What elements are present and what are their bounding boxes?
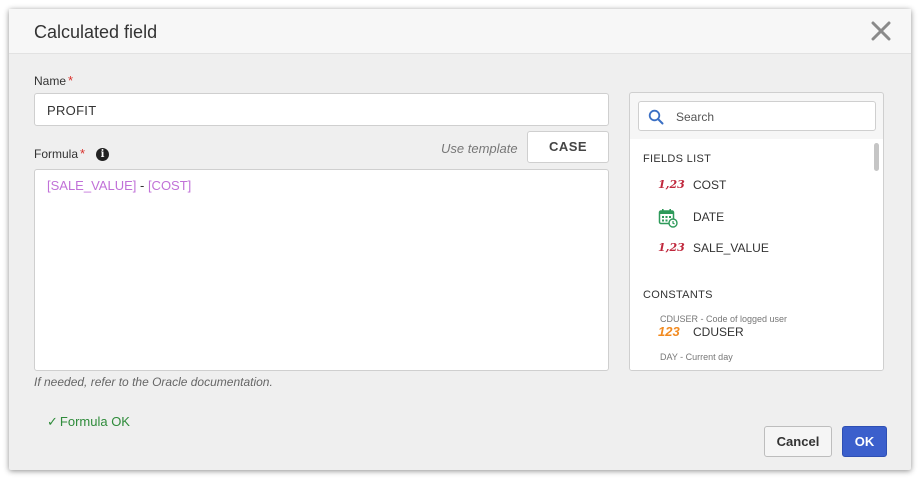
field-item-label: SALE_VALUE bbox=[693, 241, 769, 255]
field-item-label: COST bbox=[693, 178, 727, 192]
formula-field-token: [SALE_VALUE] bbox=[47, 178, 137, 193]
cancel-button[interactable]: Cancel bbox=[764, 426, 832, 457]
formula-operator: - bbox=[136, 178, 148, 193]
formula-label-text: Formula bbox=[34, 147, 79, 161]
field-item-cost[interactable]: 1,23 COST bbox=[658, 176, 868, 196]
required-asterisk: * bbox=[68, 73, 74, 88]
close-icon[interactable] bbox=[869, 19, 893, 43]
constants-title: CONSTANTS bbox=[643, 289, 713, 301]
formula-editor[interactable]: [SALE_VALUE] - [COST] bbox=[34, 169, 609, 371]
search-icon bbox=[648, 109, 664, 125]
scrollbar[interactable] bbox=[874, 143, 879, 171]
formula-status-text: Formula OK bbox=[59, 414, 130, 429]
search-placeholder: Search bbox=[676, 110, 715, 124]
field-item-date[interactable]: DATE bbox=[658, 208, 868, 228]
number-icon: 1,23 bbox=[658, 178, 685, 191]
name-input[interactable]: PROFIT bbox=[34, 93, 609, 126]
calculated-field-dialog: Calculated field Name * PROFIT Formula * i… bbox=[9, 9, 911, 470]
constant-item-cduser[interactable]: 123 CDUSER bbox=[658, 323, 868, 343]
fields-list[interactable]: FIELDS LIST 1,23 COST DATE 1,23 SALE_VAL… bbox=[630, 139, 883, 370]
field-item-label: DATE bbox=[693, 210, 725, 224]
dialog-title: Calculated field bbox=[34, 22, 158, 42]
ok-button[interactable]: OK bbox=[842, 426, 887, 457]
calendar-icon bbox=[658, 209, 678, 228]
formula-status: ✓ Formula OK bbox=[47, 414, 130, 430]
use-template-label: Use template bbox=[441, 141, 518, 156]
required-asterisk: * bbox=[80, 146, 86, 161]
constant-item-label: CDUSER bbox=[693, 325, 744, 339]
search-input[interactable]: Search bbox=[638, 101, 876, 131]
fields-list-title: FIELDS LIST bbox=[643, 153, 712, 165]
field-item-sale-value[interactable]: 1,23 SALE_VALUE bbox=[658, 239, 868, 259]
number-icon: 1,23 bbox=[658, 241, 685, 254]
constant-number-icon: 123 bbox=[658, 324, 680, 339]
fields-panel: Search FIELDS LIST 1,23 COST DATE 1,23 S… bbox=[629, 92, 884, 371]
case-template-button[interactable]: CASE bbox=[527, 131, 609, 163]
name-label-text: Name bbox=[34, 74, 67, 88]
documentation-hint: If needed, refer to the Oracle documenta… bbox=[34, 375, 273, 389]
formula-label: Formula * bbox=[34, 146, 85, 161]
dialog-titlebar: Calculated field bbox=[9, 9, 911, 54]
constant-description: DAY - Current day bbox=[660, 352, 733, 362]
formula-field-token: [COST] bbox=[147, 178, 192, 193]
check-icon: ✓ bbox=[47, 414, 58, 429]
info-icon[interactable]: i bbox=[96, 148, 109, 161]
name-label: Name * bbox=[34, 73, 73, 88]
